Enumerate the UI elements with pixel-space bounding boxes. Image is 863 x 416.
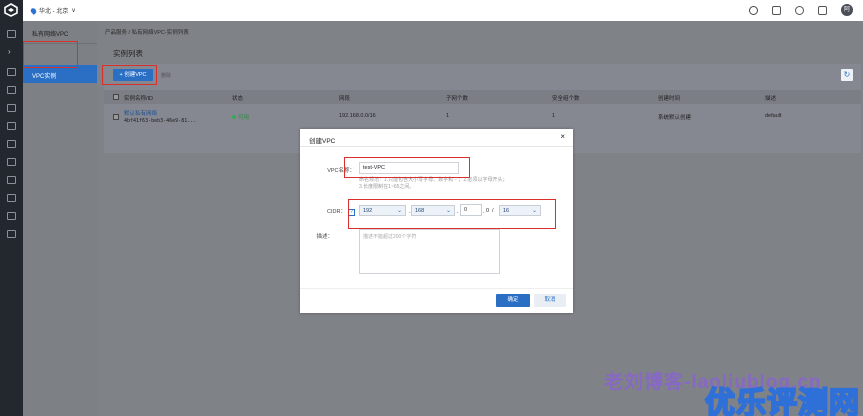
confirm-button[interactable]: 确定 xyxy=(496,294,530,307)
description-label: 描述： xyxy=(316,234,333,240)
cell-description: default xyxy=(765,113,782,119)
instance-name-link[interactable]: 默认私有网络 xyxy=(124,109,157,117)
refresh-icon[interactable]: ↻ xyxy=(841,69,853,81)
secondary-nav: 私有网络VPC VPC实例 xyxy=(23,21,97,416)
instance-id: 4bf41f63-beb3-46e9-81... xyxy=(124,118,197,124)
col-cidr: 网段 xyxy=(339,96,351,102)
row-checkbox[interactable] xyxy=(113,114,119,120)
top-icon-group: 阿 xyxy=(749,4,853,16)
monitor-icon[interactable] xyxy=(7,176,16,184)
col-description: 描述 xyxy=(765,96,777,102)
app-logo-icon[interactable] xyxy=(4,3,18,17)
cache-icon[interactable] xyxy=(7,158,16,166)
document-icon[interactable] xyxy=(772,5,781,15)
database-icon[interactable] xyxy=(7,140,16,148)
status-text: 可用 xyxy=(238,115,250,121)
annotation-box-vpc-nav xyxy=(23,41,78,68)
region-label: 华北 - 北京 xyxy=(39,9,69,15)
breadcrumb: 产品服务 / 私有网络VPC-实例列表 xyxy=(105,30,189,36)
avatar[interactable]: 阿 xyxy=(841,4,853,16)
col-security-groups: 安全组个数 xyxy=(552,96,580,102)
close-icon[interactable]: × xyxy=(560,133,565,141)
col-subnets: 子网个数 xyxy=(446,96,469,102)
dashboard-icon[interactable] xyxy=(7,30,16,38)
annotation-box-cidr xyxy=(348,199,556,229)
top-bar: 华北 - 北京 ∨ 阿 xyxy=(23,0,863,21)
description-textarea[interactable]: 描述不能超过200个字符 xyxy=(359,229,500,274)
compute-icon[interactable] xyxy=(7,104,16,112)
settings-icon[interactable] xyxy=(7,212,16,220)
col-status: 状态 xyxy=(232,96,244,102)
select-all-checkbox[interactable] xyxy=(113,94,119,100)
cell-cidr: 192.168.0.0/16 xyxy=(339,113,376,119)
col-name: 实例名称/ID xyxy=(124,96,154,102)
cell-created: 系统默认创建 xyxy=(658,115,692,121)
watermark-site: 优乐评测网 xyxy=(704,386,860,416)
vpc-name-hint: 命名规范：1.只能包含大小写字母、数字和"-"；2.必须以字母开头；3.长度限制… xyxy=(359,177,508,190)
cell-subnets: 1 xyxy=(446,113,450,119)
cidr-label-text: CIDR： xyxy=(327,209,346,215)
status-badge: 可用 xyxy=(232,113,249,121)
delete-button[interactable]: 删除 xyxy=(161,72,171,79)
search-icon[interactable] xyxy=(749,5,758,15)
message-icon[interactable] xyxy=(795,5,804,15)
cell-security-groups: 1 xyxy=(552,113,556,119)
security-icon[interactable] xyxy=(7,194,16,202)
dialog-title: 创建VPC xyxy=(309,138,336,145)
page-title: 实例列表 xyxy=(113,49,143,58)
building-icon[interactable] xyxy=(818,5,827,15)
home-icon[interactable] xyxy=(7,68,16,76)
billing-icon[interactable] xyxy=(7,230,16,238)
table-header: 实例名称/ID 状态 网段 子网个数 安全组个数 创建时间 描述 xyxy=(104,90,861,104)
cancel-button[interactable]: 取消 xyxy=(534,294,566,307)
dialog-footer-divider xyxy=(300,288,573,289)
location-pin-icon xyxy=(29,6,38,15)
network-icon[interactable] xyxy=(7,86,16,94)
col-created: 创建时间 xyxy=(658,96,681,102)
annotation-box-create-button xyxy=(102,65,157,85)
expand-chevron-icon[interactable]: › xyxy=(8,48,11,56)
status-dot-icon xyxy=(232,115,236,119)
chevron-down-icon: ∨ xyxy=(71,8,76,14)
annotation-box-vpc-name xyxy=(344,157,470,178)
region-selector[interactable]: 华北 - 北京 ∨ xyxy=(29,6,76,15)
icon-rail: › xyxy=(0,0,23,416)
subnav-title: 私有网络VPC xyxy=(32,32,69,38)
storage-icon[interactable] xyxy=(7,122,16,130)
dialog-header: 创建VPC × xyxy=(300,129,573,147)
